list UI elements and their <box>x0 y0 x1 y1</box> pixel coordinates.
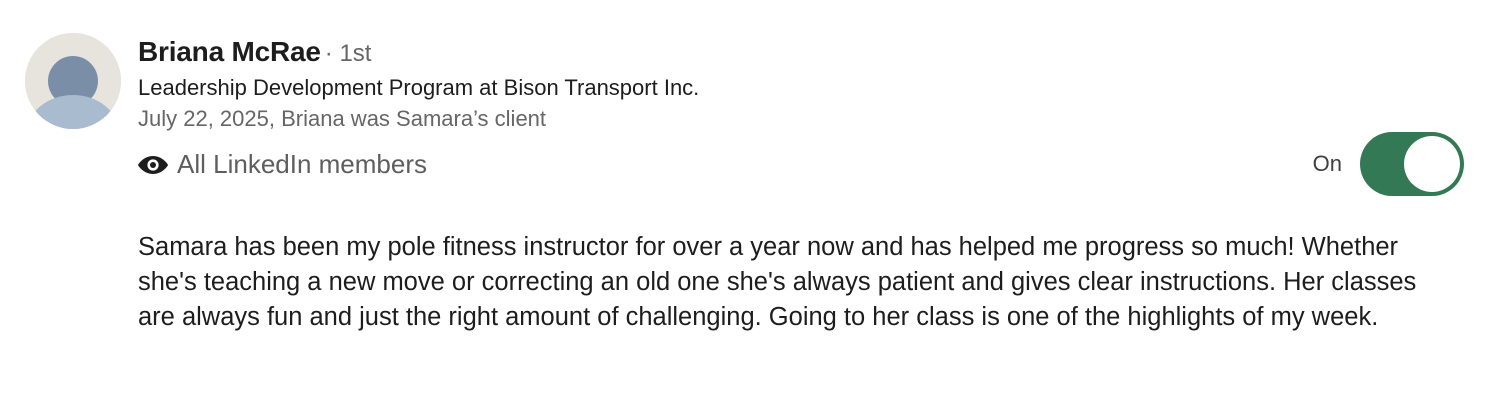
author-headline: Leadership Development Program at Bison … <box>138 75 700 100</box>
author-name[interactable]: Briana McRae <box>138 36 321 68</box>
visibility-setting: All LinkedIn members <box>137 149 427 180</box>
visibility-toggle[interactable] <box>1360 132 1464 196</box>
recommendation-card: Briana McRae · 1st Leadership Developmen… <box>0 0 1486 400</box>
recommendation-text: Samara has been my pole fitness instruct… <box>138 233 1417 331</box>
visibility-label: All LinkedIn members <box>177 149 427 179</box>
toggle-knob <box>1404 136 1460 192</box>
visibility-toggle-group: On <box>1313 132 1464 196</box>
connection-degree: · 1st <box>324 40 372 67</box>
name-row: Briana McRae · 1st <box>138 36 371 68</box>
toggle-label: On <box>1312 151 1342 176</box>
recommendation-meta: July 22, 2025, Briana was Samara’s clien… <box>138 106 547 131</box>
avatar[interactable] <box>25 33 121 129</box>
eye-icon <box>138 155 168 174</box>
default-person-icon <box>25 33 121 129</box>
